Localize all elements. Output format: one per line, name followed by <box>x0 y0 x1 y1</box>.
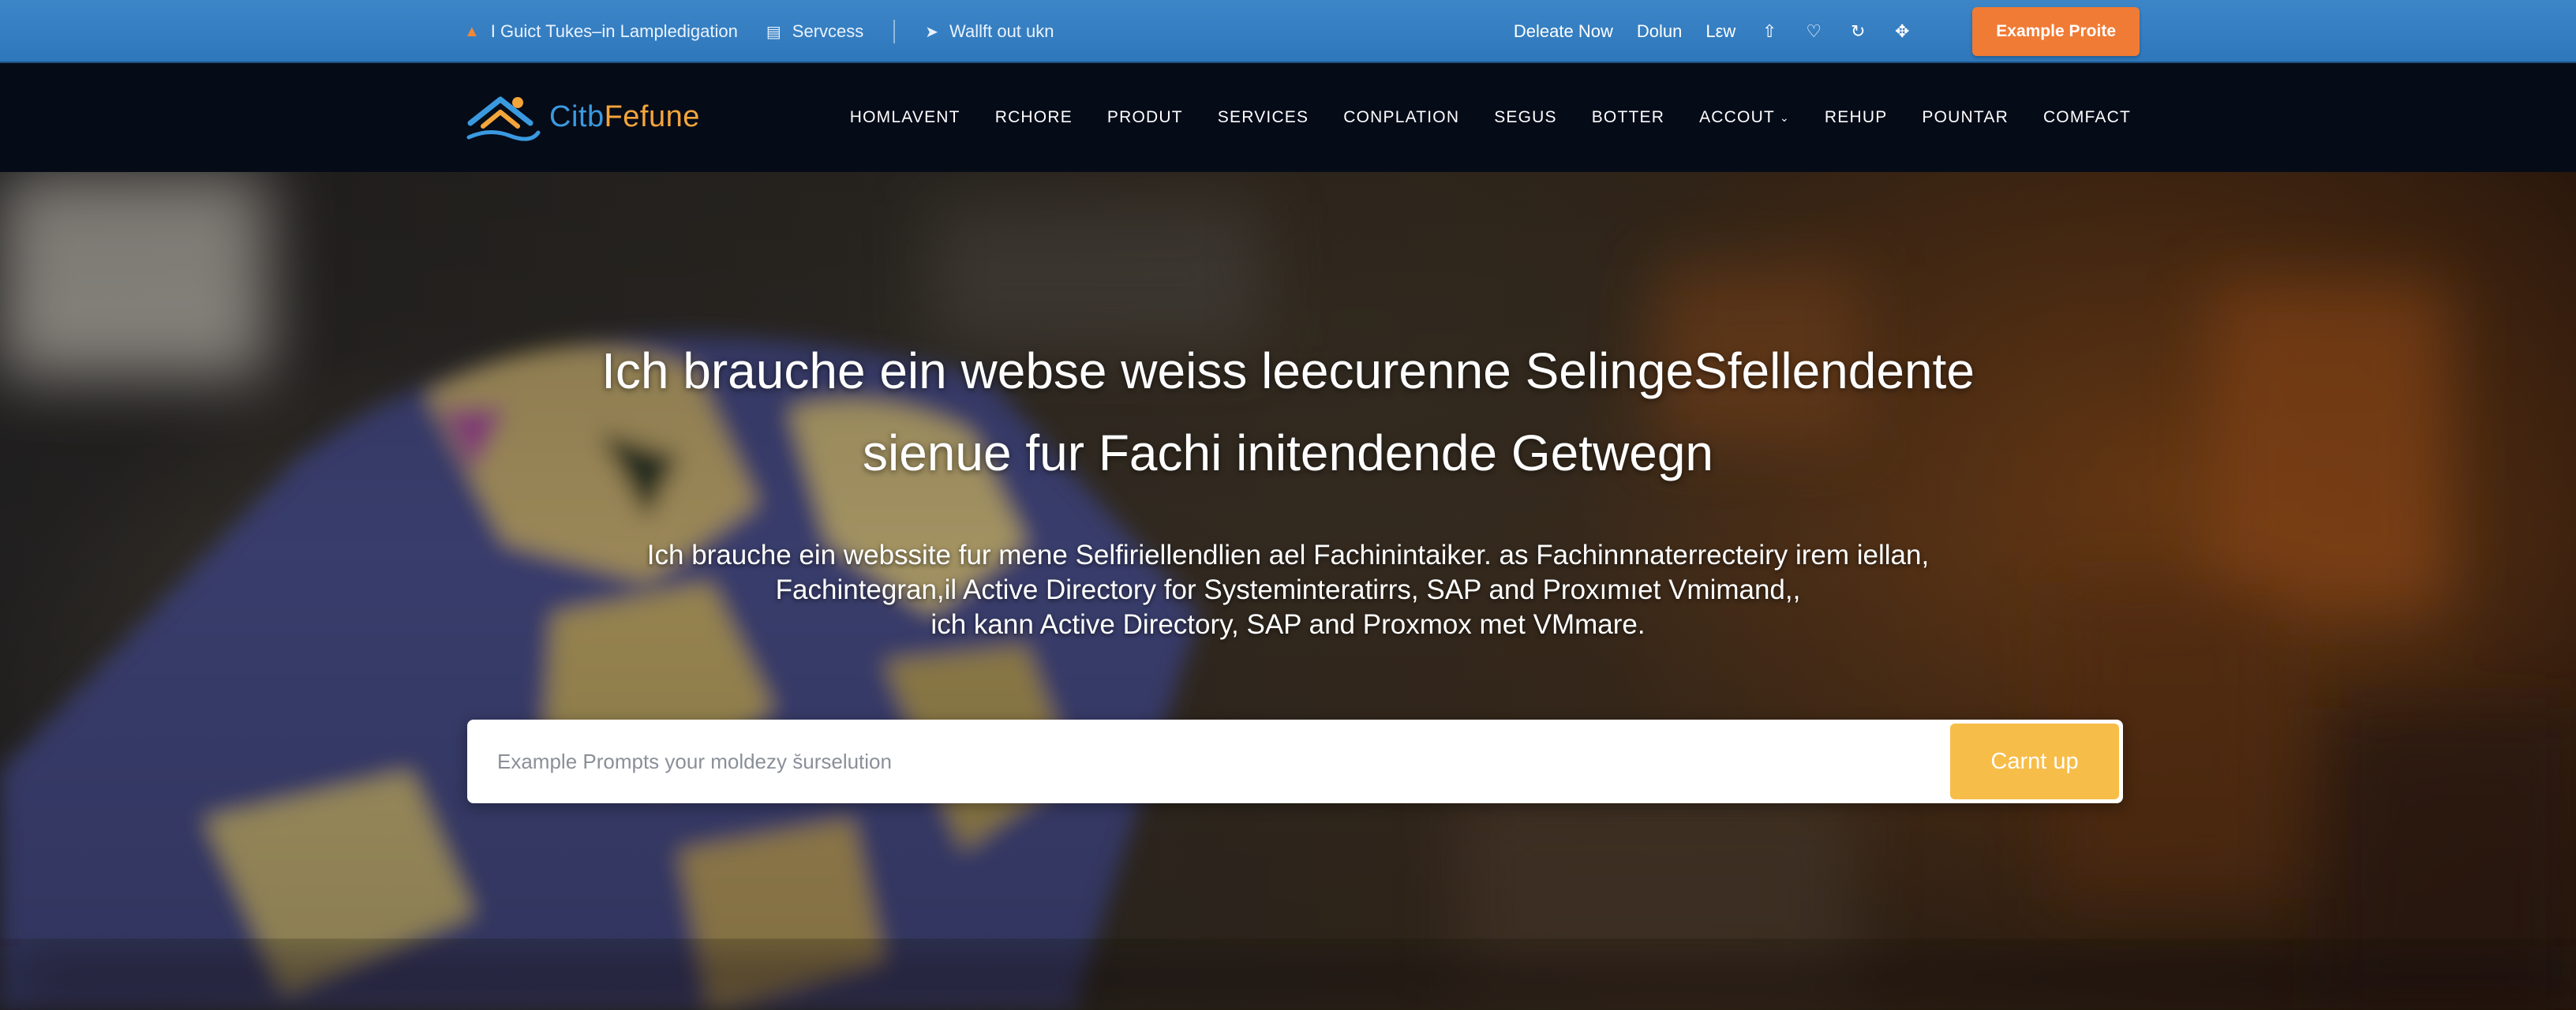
hero-search-bar: Carnt up <box>467 720 2123 803</box>
logo-house-icon <box>466 96 541 141</box>
logo-wordmark: CitbFefune <box>549 99 700 133</box>
hero-title: Ich brauche ein webse weiss leecurenne S… <box>341 330 2235 494</box>
site-logo[interactable]: CitbFefune <box>466 92 700 142</box>
chart-icon: ▤ <box>766 23 781 41</box>
hero-subtitle-line: ich kann Active Directory, SAP and Proxm… <box>930 609 1646 640</box>
top-bar-item-label: Servcess <box>792 21 864 41</box>
flame-icon: ▲ <box>464 22 480 40</box>
refresh-icon[interactable]: ↻ <box>1848 21 1868 42</box>
top-link-delete-now[interactable]: Deleate Now <box>1514 21 1613 42</box>
hero-title-line: Ich brauche ein webse weiss leecurenne S… <box>601 342 1975 399</box>
top-bar-item-guides[interactable]: ▲ I Guict Tukes–in Lampledigation <box>464 21 738 42</box>
hero-subtitle-line: Ich brauche ein webssite fur mene Selfir… <box>646 540 1930 570</box>
hero-section: Ich brauche ein webse weiss leecurenne S… <box>0 172 2576 1010</box>
hero-subtitle-line: Fachintegran,il Active Directory for Sys… <box>775 574 1801 605</box>
top-bar-item-label: Wallft out ukn <box>949 21 1054 41</box>
example-profile-button[interactable]: Example Proite <box>1972 7 2140 56</box>
nav-item-segus[interactable]: SEGUS <box>1494 108 1557 127</box>
main-navigation: CitbFefune HOMLAVENT RCHORE PRODUT SERVI… <box>0 63 2576 172</box>
hero-title-line: sienue fur Fachi initendende Getwegn <box>862 425 1714 481</box>
top-bar-item-services[interactable]: ▤ Servcess <box>766 21 863 42</box>
pin-icon: ➤ <box>925 23 939 41</box>
heart-icon[interactable]: ♡ <box>1803 21 1824 42</box>
top-bar-divider <box>893 20 896 43</box>
chevron-down-icon: ⌄ <box>1779 110 1790 124</box>
thumbs-up-icon[interactable]: ⇧ <box>1759 21 1780 42</box>
nav-item-accout[interactable]: ACCOUT ⌄ <box>1699 108 1790 127</box>
nav-item-conplation[interactable]: CONPLATION <box>1343 108 1459 127</box>
hero-subtitle: Ich brauche ein webssite fur mene Selfir… <box>420 538 2156 642</box>
prompt-search-input[interactable] <box>467 720 1950 803</box>
top-link-lew[interactable]: Lεw <box>1705 21 1735 42</box>
nav-item-pountar[interactable]: POUNTAR <box>1922 108 2009 127</box>
nav-item-botter[interactable]: BOTTER <box>1592 108 1664 127</box>
top-link-dolun[interactable]: Dolun <box>1637 21 1682 42</box>
nav-item-rehup[interactable]: REHUP <box>1825 108 1888 127</box>
top-bar-item-label: I Guict Tukes–in Lampledigation <box>490 21 738 41</box>
top-utility-bar: ▲ I Guict Tukes–in Lampledigation ▤ Serv… <box>0 0 2576 63</box>
nav-item-rchore[interactable]: RCHORE <box>995 108 1073 127</box>
nav-item-services[interactable]: SERVICES <box>1218 108 1309 127</box>
top-bar-right: Deleate Now Dolun Lεw ⇧ ♡ ↻ ✥ Example Pr… <box>1514 0 2140 63</box>
top-bar-item-location[interactable]: ➤ Wallft out ukn <box>925 21 1054 42</box>
top-bar-left: ▲ I Guict Tukes–in Lampledigation ▤ Serv… <box>464 0 1054 63</box>
nav-item-homlavent[interactable]: HOMLAVENT <box>850 108 960 127</box>
crosshair-icon[interactable]: ✥ <box>1892 21 1912 42</box>
nav-item-comfact[interactable]: COMFACT <box>2043 108 2131 127</box>
nav-item-produt[interactable]: PRODUT <box>1107 108 1183 127</box>
nav-links: HOMLAVENT RCHORE PRODUT SERVICES CONPLAT… <box>850 63 2131 172</box>
nav-item-label: ACCOUT <box>1699 108 1775 126</box>
search-submit-button[interactable]: Carnt up <box>1950 724 2119 799</box>
